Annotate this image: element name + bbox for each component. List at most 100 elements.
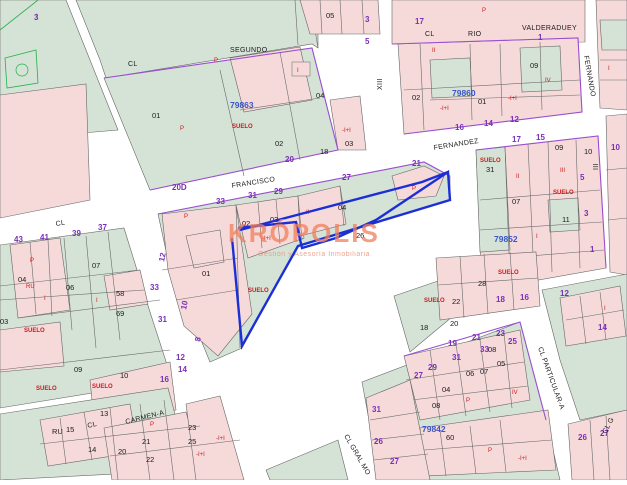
house-number: 27 (414, 371, 423, 380)
lot-number: 01 (202, 269, 210, 278)
floor-label: P (184, 214, 188, 220)
lot-number: 18 (420, 323, 428, 332)
street-label: XIII (377, 78, 384, 90)
floor-label: -I+I (508, 96, 517, 102)
suelo-label: SUELO (232, 124, 253, 130)
house-number: 31 (248, 191, 257, 200)
house-number: 31 (372, 405, 381, 414)
house-number: 5 (365, 37, 370, 46)
lot-number: 04 (442, 385, 450, 394)
house-number: 33 (150, 283, 159, 292)
lot-number: 04 (316, 91, 324, 100)
house-number: 14 (178, 365, 187, 374)
lot-number: 18 (320, 147, 328, 156)
lot-number: 10 (120, 371, 128, 380)
block-far-right-top[interactable]: I (595, 0, 627, 111)
lot-number: 25 (188, 437, 196, 446)
floor-label: P (466, 398, 470, 404)
floor-label: P (412, 186, 416, 192)
house-number: 14 (598, 323, 607, 332)
block-79860[interactable]: CL RIO VALDERADUEY 02 01 09 79860 17 1 1… (391, 0, 586, 135)
lot-number: 09 (555, 143, 563, 152)
block-id: 79863 (230, 100, 254, 110)
lot-number: 07 (92, 261, 100, 270)
lot-number: 20 (118, 447, 126, 456)
house-number: 3 (34, 13, 39, 22)
suelo-label: SUELO (92, 384, 113, 390)
house-number: 1 (590, 245, 595, 254)
lot-number: 05 (497, 359, 505, 368)
suelo-label: SUELO (24, 328, 45, 334)
house-number: 12 (510, 115, 519, 124)
house-number: 31 (452, 353, 461, 362)
floor-label: P (180, 126, 184, 132)
suelo-label: SUELO (248, 288, 269, 294)
floor-label: II (432, 48, 436, 54)
lot-number: 69 (116, 309, 124, 318)
lot-number: 58 (116, 289, 124, 298)
house-number: 21 (412, 159, 421, 168)
house-number: 37 (98, 223, 107, 232)
block-id: 79842 (422, 424, 446, 434)
house-number: 1 (538, 33, 543, 42)
house-number: 31 (158, 315, 167, 324)
street-label: SEGUNDO (230, 47, 268, 54)
house-number: 33 (480, 345, 489, 354)
house-number: 18 (496, 295, 505, 304)
house-number: 3 (584, 209, 589, 218)
lot-number: 10 (584, 147, 592, 156)
house-number: 3 (365, 15, 370, 24)
lot-number: 09 (74, 365, 82, 374)
lot-number: 08 (432, 401, 440, 410)
map-canvas[interactable]: I 01 02 04 03 18 20 20D 79863 SUELO P I … (0, 0, 627, 481)
lot-number: 20 (450, 319, 458, 328)
house-number: 27 (390, 457, 399, 466)
house-number: 25 (508, 337, 517, 346)
lot-number: 22 (146, 455, 154, 464)
floor-label: P (482, 8, 486, 14)
lot-number: 06 (66, 283, 74, 292)
house-number: 19 (448, 339, 457, 348)
block-id: 79860 (452, 88, 476, 98)
house-number: 29 (274, 187, 283, 196)
lot-number: 06 (466, 369, 474, 378)
house-number: 33 (216, 197, 225, 206)
house-number: 27 (342, 173, 351, 182)
floor-label: RU (52, 427, 63, 436)
lot-number: 09 (530, 61, 538, 70)
house-number: 12 (176, 353, 185, 362)
floor-label: P (30, 258, 34, 264)
lot-number: 22 (452, 297, 460, 306)
house-number: 39 (72, 229, 81, 238)
floor-label: -I+I (342, 128, 351, 134)
floor-label: RU (26, 284, 35, 290)
house-number: 10 (611, 143, 620, 152)
house-number: 14 (484, 119, 493, 128)
lot-number: 03 (345, 139, 353, 148)
lot-number: 04 (18, 275, 26, 284)
lot-number: 60 (446, 433, 454, 442)
floor-label: -I+I (196, 452, 205, 458)
street-label: VALDERADUEY (522, 25, 577, 32)
floor-label: P (214, 58, 218, 64)
lot-number: 01 (152, 111, 160, 120)
lot-number: 11 (562, 215, 570, 224)
cadastral-map[interactable]: I 01 02 04 03 18 20 20D 79863 SUELO P I … (0, 0, 627, 481)
floor-label: II (516, 174, 520, 180)
house-number: 5 (580, 173, 585, 182)
lot-number: 02 (275, 139, 283, 148)
street-label: RIO (468, 31, 482, 38)
house-number: 16 (160, 375, 169, 384)
lot-number: 01 (478, 97, 486, 106)
lot-number: 07 (512, 197, 520, 206)
floor-label: -I+I (216, 436, 225, 442)
house-number: 43 (14, 235, 23, 244)
house-number: 26 (578, 433, 587, 442)
watermark-brand: KRÓPOLIS (228, 218, 380, 248)
lot-number: 28 (478, 279, 486, 288)
street-label: CL (128, 61, 138, 68)
lot-number: 08 (488, 345, 496, 354)
house-number: 41 (40, 233, 49, 242)
floor-label: -I+I (518, 456, 527, 462)
floor-label: III (560, 168, 565, 174)
